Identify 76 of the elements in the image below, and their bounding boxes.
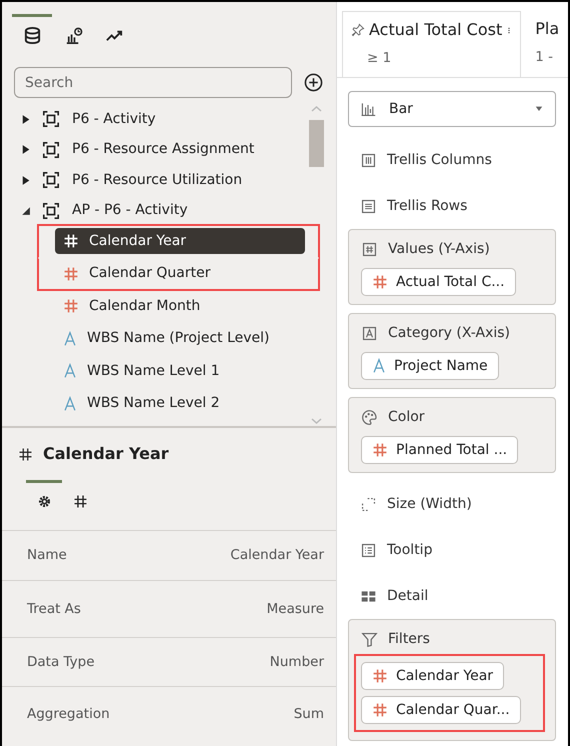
hash-icon xyxy=(372,668,388,684)
collapsed-caret-icon[interactable] xyxy=(20,174,31,187)
drop-zone-label: Category (X-Axis) xyxy=(388,324,510,342)
database-icon xyxy=(22,26,42,45)
collapsed-caret-icon[interactable] xyxy=(20,143,31,156)
subject-area-icon xyxy=(42,140,60,159)
property-label: Aggregation xyxy=(27,705,110,724)
resize-icon xyxy=(360,496,377,512)
field-pill[interactable]: Project Name xyxy=(361,352,499,380)
hash-box-icon xyxy=(361,240,378,258)
hash-icon xyxy=(63,233,79,250)
palette-icon xyxy=(361,408,378,426)
filter-card[interactable]: Actual Total Cost ≥ 1 xyxy=(342,11,522,77)
hash-icon xyxy=(63,266,79,282)
drop-zone-label: Values (Y-Axis) xyxy=(388,240,490,258)
filter-card[interactable]: Pla 1 - xyxy=(521,11,568,77)
letter-a-icon xyxy=(63,396,77,412)
hash-icon xyxy=(372,702,388,718)
hash-icon xyxy=(63,298,79,314)
tree-item[interactable]: Calendar Month xyxy=(55,293,305,320)
property-value: Measure xyxy=(266,600,324,619)
hash-icon xyxy=(72,493,88,510)
bar-chart-icon xyxy=(359,101,377,117)
drop-target-label[interactable]: Trellis Rows xyxy=(387,196,468,216)
hash-icon xyxy=(18,446,33,462)
tree-item[interactable]: AP - P6 - Activity xyxy=(72,200,188,222)
list-icon xyxy=(360,542,377,558)
filter-name: Pla xyxy=(535,18,560,40)
search-field[interactable]: Search xyxy=(14,67,292,98)
property-label: Data Type xyxy=(27,652,95,672)
scrollbar-thumb[interactable] xyxy=(309,120,324,167)
tree-item[interactable]: P6 - Activity xyxy=(72,108,156,130)
field-pill[interactable]: Calendar Quar... xyxy=(361,696,521,724)
tree-item[interactable]: Calendar Quarter xyxy=(55,260,305,287)
property-value: Number xyxy=(270,652,324,672)
drop-target-label[interactable]: Tooltip xyxy=(387,540,432,560)
add-icon[interactable] xyxy=(304,73,323,92)
subject-area-icon xyxy=(42,202,60,220)
tree-item[interactable]: Calendar Year xyxy=(55,228,305,254)
tree-item[interactable]: WBS Name (Project Level) xyxy=(55,326,305,352)
letter-a-box-icon xyxy=(361,324,378,342)
chart-type-dropdown[interactable]: Bar xyxy=(348,91,556,127)
filter-value: ≥ 1 xyxy=(366,49,392,68)
filter-value: 1 - xyxy=(535,48,554,67)
drop-zone-label: Filters xyxy=(388,630,430,648)
rows-icon xyxy=(360,198,377,214)
caret-icon xyxy=(533,105,545,113)
columns-icon xyxy=(360,152,377,168)
hash-icon xyxy=(372,442,388,458)
tree-item[interactable]: P6 - Resource Assignment xyxy=(72,139,254,160)
field-pill[interactable]: Calendar Year xyxy=(361,662,504,690)
field-pill[interactable]: Planned Total ... xyxy=(361,436,518,464)
property-value: Sum xyxy=(294,705,324,724)
subject-area-icon xyxy=(42,110,60,128)
hash-icon xyxy=(372,274,388,290)
property-label: Treat As xyxy=(27,600,81,619)
pin-icon xyxy=(351,23,365,37)
filter-icon xyxy=(361,630,378,648)
property-label: Name xyxy=(27,546,67,566)
letter-a-icon xyxy=(63,330,77,347)
tree-item[interactable]: WBS Name Level 1 xyxy=(55,358,305,384)
letter-a-icon xyxy=(372,358,386,374)
details-title: Calendar Year xyxy=(43,443,169,465)
subject-area-icon xyxy=(42,171,60,190)
drop-target-label[interactable]: Trellis Columns xyxy=(387,150,492,170)
collapsed-caret-icon[interactable] xyxy=(20,112,31,126)
drop-target-label[interactable]: Detail xyxy=(387,586,428,606)
filter-name: Actual Total Cost xyxy=(369,19,502,41)
expanded-caret-icon[interactable] xyxy=(20,205,31,216)
drop-zone-label: Color xyxy=(388,408,425,426)
drop-target-label[interactable]: Size (Width) xyxy=(387,494,472,514)
tree-item[interactable]: P6 - Resource Utilization xyxy=(72,170,242,191)
field-pill[interactable]: Actual Total C... xyxy=(361,268,516,296)
letter-a-icon xyxy=(63,363,77,380)
property-value: Calendar Year xyxy=(230,546,324,566)
tree-item[interactable]: WBS Name Level 2 xyxy=(55,390,305,417)
